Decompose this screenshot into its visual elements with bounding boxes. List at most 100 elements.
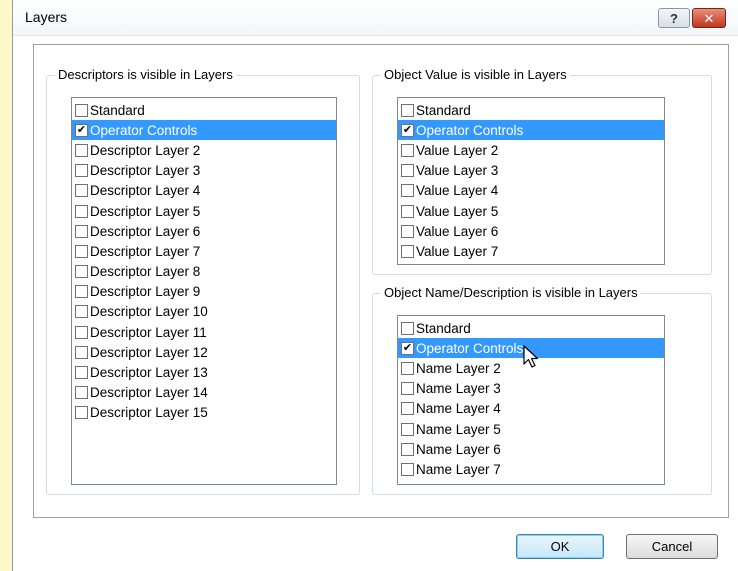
- descriptor-item-label: Descriptor Layer 2: [90, 142, 201, 158]
- descriptor-list-item[interactable]: Descriptor Layer 12: [72, 342, 336, 362]
- value-item-label: Value Layer 3: [416, 163, 499, 179]
- name-list-item[interactable]: Name Layer 5: [398, 419, 664, 439]
- value-list-item[interactable]: Value Layer 4: [398, 181, 664, 201]
- value-list-item[interactable]: Value Layer 2: [398, 140, 664, 160]
- descriptor-item-label: Descriptor Layer 4: [90, 183, 201, 199]
- descriptor-item-label: Descriptor Layer 8: [90, 264, 201, 280]
- value-checkbox[interactable]: [401, 244, 414, 258]
- descriptor-list-item[interactable]: Descriptor Layer 14: [72, 383, 336, 403]
- names-listbox[interactable]: Standard ✔ Operator Controls Name Layer 2 Na…: [397, 315, 665, 485]
- descriptor-list-item[interactable]: Descriptor Layer 11: [72, 322, 336, 342]
- descriptor-checkbox[interactable]: [75, 386, 88, 400]
- descriptor-checkbox[interactable]: [75, 244, 88, 258]
- name-item-label: Name Layer 7: [416, 461, 501, 477]
- name-list-item[interactable]: Name Layer 4: [398, 399, 664, 419]
- checkmark-icon: ✔: [402, 123, 413, 136]
- descriptor-list-item[interactable]: ✔ Operator Controls: [72, 120, 336, 141]
- name-list-item[interactable]: Name Layer 3: [398, 379, 664, 399]
- descriptor-list-item[interactable]: Standard: [72, 100, 336, 120]
- descriptor-list-item[interactable]: Descriptor Layer 2: [72, 140, 336, 160]
- cancel-button[interactable]: Cancel: [626, 534, 718, 559]
- layers-dialog: Layers ? ✕ Descriptors is visible in Lay…: [12, 0, 738, 571]
- descriptor-list-item[interactable]: Descriptor Layer 8: [72, 262, 336, 282]
- descriptors-group-title: Descriptors is visible in Layers: [55, 67, 236, 82]
- descriptor-list-item[interactable]: Descriptor Layer 6: [72, 221, 336, 241]
- descriptor-list-item[interactable]: Descriptor Layer 4: [72, 181, 336, 201]
- value-checkbox[interactable]: ✔: [401, 123, 414, 137]
- value-checkbox[interactable]: [401, 164, 414, 178]
- descriptor-checkbox[interactable]: [75, 325, 88, 339]
- title-bar[interactable]: Layers ? ✕: [13, 0, 738, 36]
- name-checkbox[interactable]: [401, 382, 414, 396]
- help-button[interactable]: ?: [658, 8, 690, 28]
- value-list-item[interactable]: Value Layer 5: [398, 201, 664, 221]
- name-checkbox[interactable]: ✔: [401, 341, 414, 355]
- mouse-pointer-icon: [523, 345, 539, 368]
- descriptors-listbox[interactable]: Standard ✔ Operator Controls Descriptor Lay…: [71, 97, 337, 485]
- descriptor-checkbox[interactable]: [75, 143, 88, 157]
- value-checkbox[interactable]: [401, 184, 414, 198]
- value-list-item[interactable]: ✔ Operator Controls: [398, 120, 664, 141]
- name-checkbox[interactable]: [401, 361, 414, 375]
- descriptor-checkbox[interactable]: [75, 406, 88, 420]
- descriptor-list-item[interactable]: Descriptor Layer 7: [72, 241, 336, 261]
- name-list-item[interactable]: Name Layer 6: [398, 439, 664, 459]
- value-list-item[interactable]: Value Layer 6: [398, 221, 664, 241]
- descriptor-list-item[interactable]: Descriptor Layer 5: [72, 201, 336, 221]
- value-list-item[interactable]: Standard: [398, 100, 664, 120]
- name-list-item[interactable]: Name Layer 7: [398, 459, 664, 479]
- name-checkbox[interactable]: [401, 442, 414, 456]
- close-button[interactable]: ✕: [692, 8, 726, 28]
- name-item-label: Operator Controls: [416, 340, 524, 356]
- value-item-label: Value Layer 7: [416, 243, 499, 259]
- value-checkbox[interactable]: [401, 224, 414, 238]
- descriptor-item-label: Descriptor Layer 3: [90, 163, 201, 179]
- descriptor-checkbox[interactable]: [75, 366, 88, 380]
- descriptor-item-label: Standard: [90, 102, 145, 118]
- values-group-title: Object Value is visible in Layers: [381, 67, 570, 82]
- descriptor-checkbox[interactable]: [75, 103, 88, 117]
- value-item-label: Standard: [416, 102, 471, 118]
- descriptor-checkbox[interactable]: [75, 184, 88, 198]
- descriptor-list-item[interactable]: Descriptor Layer 9: [72, 282, 336, 302]
- close-icon: ✕: [703, 10, 715, 26]
- descriptor-item-label: Descriptor Layer 7: [90, 243, 201, 259]
- descriptor-checkbox[interactable]: [75, 345, 88, 359]
- value-item-label: Value Layer 6: [416, 223, 499, 239]
- name-checkbox[interactable]: [401, 422, 414, 436]
- descriptor-checkbox[interactable]: ✔: [75, 123, 88, 137]
- descriptor-checkbox[interactable]: [75, 285, 88, 299]
- descriptor-list-item[interactable]: Descriptor Layer 13: [72, 362, 336, 382]
- descriptor-list-item[interactable]: Descriptor Layer 3: [72, 161, 336, 181]
- name-list-item[interactable]: Standard: [398, 318, 664, 338]
- descriptor-checkbox[interactable]: [75, 265, 88, 279]
- value-item-label: Operator Controls: [416, 122, 524, 138]
- name-checkbox[interactable]: [401, 462, 414, 476]
- checkmark-icon: ✔: [402, 341, 413, 354]
- name-checkbox[interactable]: [401, 402, 414, 416]
- descriptor-item-label: Descriptor Layer 13: [90, 365, 208, 381]
- descriptor-checkbox[interactable]: [75, 224, 88, 238]
- descriptor-list-item[interactable]: Descriptor Layer 15: [72, 403, 336, 423]
- descriptor-item-label: Descriptor Layer 15: [90, 405, 208, 421]
- dialog-content: Descriptors is visible in Layers Standar…: [33, 44, 729, 518]
- name-item-label: Name Layer 5: [416, 421, 501, 437]
- descriptor-checkbox[interactable]: [75, 164, 88, 178]
- value-checkbox[interactable]: [401, 143, 414, 157]
- value-item-label: Value Layer 4: [416, 183, 499, 199]
- descriptor-item-label: Descriptor Layer 6: [90, 223, 201, 239]
- name-checkbox[interactable]: [401, 321, 414, 335]
- descriptor-checkbox[interactable]: [75, 204, 88, 218]
- value-list-item[interactable]: Value Layer 3: [398, 161, 664, 181]
- ok-button[interactable]: OK: [516, 534, 604, 559]
- value-checkbox[interactable]: [401, 204, 414, 218]
- name-item-label: Name Layer 6: [416, 441, 501, 457]
- name-item-label: Name Layer 3: [416, 381, 501, 397]
- descriptor-checkbox[interactable]: [75, 305, 88, 319]
- value-list-item[interactable]: Value Layer 7: [398, 241, 664, 261]
- names-group: Object Name/Description is visible in La…: [372, 285, 712, 495]
- name-item-label: Standard: [416, 320, 471, 336]
- values-listbox[interactable]: Standard ✔ Operator Controls Value Layer 2V…: [397, 97, 665, 265]
- value-checkbox[interactable]: [401, 103, 414, 117]
- descriptor-list-item[interactable]: Descriptor Layer 10: [72, 302, 336, 322]
